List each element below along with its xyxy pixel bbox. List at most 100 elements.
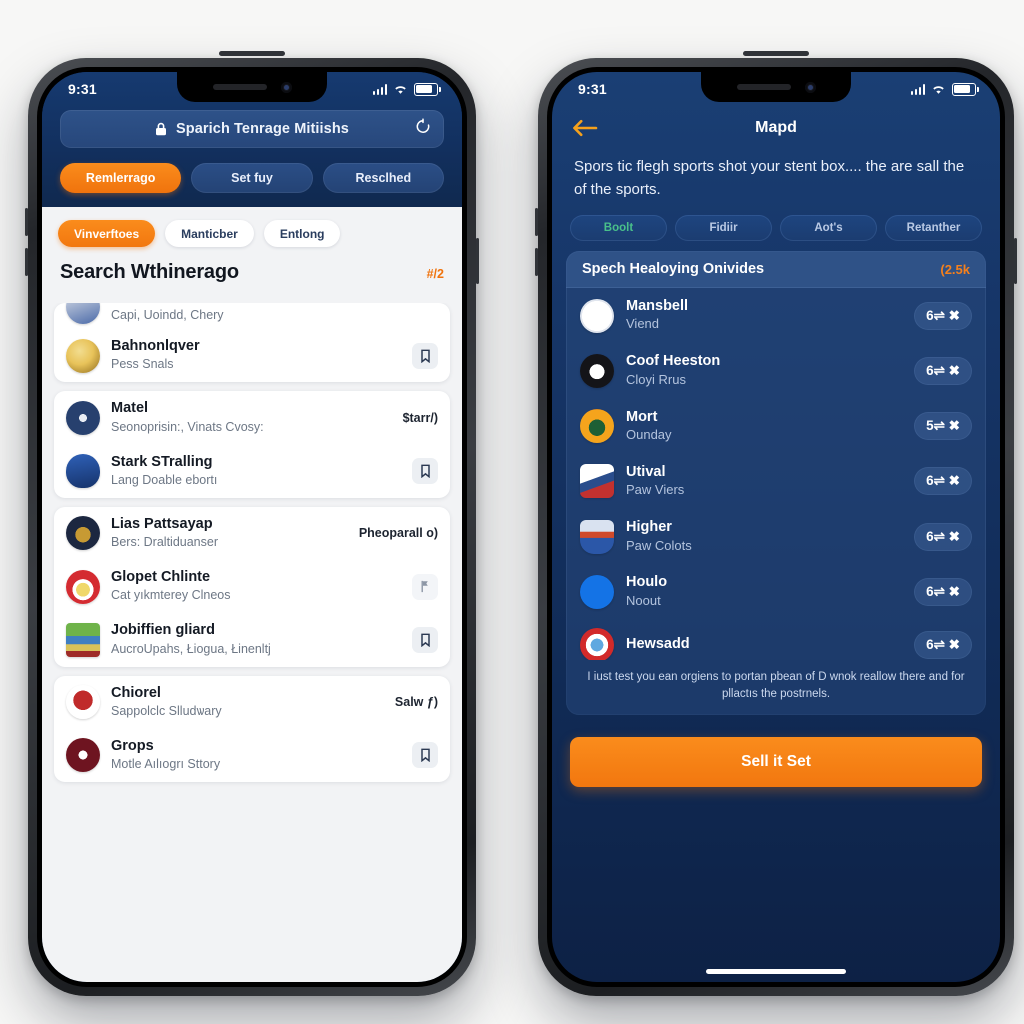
list-item-title: Hewsadd (626, 635, 690, 652)
bookmark-icon[interactable] (412, 626, 438, 653)
chip-label: Retanther (906, 222, 961, 234)
team-crest-icon (580, 298, 614, 333)
chip-label: Fidiir (709, 222, 738, 234)
list-item-subtitle: Lang Doable ebortı (111, 472, 218, 487)
team-crest-icon (66, 454, 100, 489)
screen-right: 9:31 Mapd Spors tic flegh sports shot yo… (552, 72, 1000, 982)
count-remove-pill[interactable]: 6⇌ ✖ (914, 356, 972, 385)
team-crest-icon (580, 575, 614, 610)
count-remove-pill[interactable]: 6⇌ ✖ (914, 467, 972, 496)
count-remove-pill[interactable]: 6⇌ ✖ (914, 578, 972, 607)
list-item-subtitle: Seonoprisin:, Vinats Cvosy: (111, 419, 264, 434)
segment-set-fuy[interactable]: Set fuy (191, 163, 313, 193)
list-item[interactable]: Matel Seonoprisin:, Vinats Cvosy: $tarr/… (54, 391, 450, 444)
list-item-subtitle: Viend (626, 316, 660, 332)
flag-icon[interactable] (412, 573, 438, 600)
search-input[interactable]: Sparich Tenrage Mitiishs (176, 121, 349, 137)
chip-vinverftoes[interactable]: Vinverftoes (58, 220, 156, 247)
count-remove-pill[interactable]: 6⇌ ✖ (914, 630, 972, 659)
count-remove-pill[interactable]: 6⇌ ✖ (914, 301, 972, 330)
bookmark-icon[interactable] (412, 342, 438, 369)
bookmark-icon[interactable] (412, 458, 438, 485)
team-crest-icon (66, 400, 100, 435)
section-header: Search Wthinerago #/2 (42, 255, 462, 294)
list-item[interactable]: Higher Paw Colots 6⇌ ✖ (566, 509, 986, 564)
phone-bezel: 9:31 Sparich Tenrage Mitiishs Remlerrago… (37, 67, 467, 987)
list-item-meta: $tarr/) (402, 410, 438, 425)
list-item-subtitle: Paw Viers (626, 482, 685, 498)
list-item-subtitle: Motle Aılıogrı Sttory (111, 757, 221, 772)
team-crest-icon (580, 519, 614, 554)
list-item-title: Houlo (626, 574, 668, 591)
list-item[interactable]: Utival Paw Viers 6⇌ ✖ (566, 454, 986, 509)
results-list[interactable]: Capi, Uoindd, Chery Bahnonlqver Pess Sna… (42, 303, 462, 982)
chip-aots[interactable]: Aot's (780, 215, 877, 241)
segment-label: Resclhed (355, 171, 412, 185)
nav-bar: Mapd (552, 106, 1000, 146)
panel-header: Spech Healoying Onivides (2.5k (566, 251, 986, 288)
list-item-title: Chiorel (111, 684, 161, 701)
list-item[interactable]: Capi, Uoindd, Chery (54, 303, 450, 329)
count-remove-pill[interactable]: 6⇌ ✖ (914, 522, 972, 551)
volume-up-button[interactable] (25, 208, 28, 236)
chip-label: Vinverftoes (74, 226, 140, 241)
filter-chip-row: Boolt Fidiir Aot's Retanther (552, 201, 1000, 251)
team-crest-icon (66, 685, 100, 720)
arrow-left-icon[interactable] (572, 115, 602, 141)
panel-count-badge: (2.5k (940, 261, 970, 277)
list-item[interactable]: Stark STralling Lang Doable ebortı (54, 445, 450, 498)
power-button[interactable] (476, 238, 479, 284)
team-crest-icon (580, 409, 614, 444)
result-card: Matel Seonoprisin:, Vinats Cvosy: $tarr/… (54, 391, 450, 498)
list-item-subtitle: Sappolclc Slludѡary (111, 703, 222, 718)
segment-remlerrago[interactable]: Remlerrago (60, 163, 182, 193)
speaker-icon (736, 84, 791, 90)
bookmark-icon[interactable] (412, 742, 438, 769)
left-body: Vinverftoes Manticber Entlong Search Wth… (42, 207, 462, 982)
list-item-subtitle: Bers: Draltiduanser (111, 535, 218, 550)
chip-manticber[interactable]: Manticber (165, 220, 254, 247)
count-remove-pill[interactable]: 5⇌ ✖ (914, 412, 972, 441)
list-item-title: Bahnonlqver (111, 338, 200, 354)
notch (701, 72, 851, 102)
volume-down-button[interactable] (25, 248, 28, 276)
list-item-subtitle: Cloyi Rrus (626, 371, 686, 387)
list-item[interactable]: Coof Heeston Cloyi Rrus 6⇌ ✖ (566, 343, 986, 398)
header-segmented-control: Remlerrago Set fuy Resclhed (42, 148, 462, 193)
power-button[interactable] (1014, 238, 1017, 284)
phone-right: 9:31 Mapd Spors tic flegh sports shot yo… (535, 51, 1017, 996)
segment-resclhed[interactable]: Resclhed (322, 163, 444, 193)
list-item[interactable]: Jobiffien gliard AucroUpahs, Łiogua, Łin… (54, 613, 450, 666)
reload-icon[interactable] (415, 118, 431, 140)
battery-icon (414, 82, 441, 96)
chip-boolt[interactable]: Boolt (570, 215, 667, 241)
list-item[interactable]: Chiorel Sappolclc Slludѡary Salw ƒ) (54, 676, 450, 729)
chip-fidiir[interactable]: Fidiir (675, 215, 772, 241)
battery-icon (952, 82, 979, 96)
volume-up-button[interactable] (535, 208, 538, 236)
speaker-icon (212, 84, 267, 90)
sell-it-set-button[interactable]: Sell it Set (570, 737, 982, 788)
list-item-subtitle: Ounday (626, 426, 672, 442)
volume-down-button[interactable] (535, 248, 538, 276)
segment-label: Remlerrago (85, 171, 156, 185)
list-item-title: Stark STralling (111, 453, 213, 470)
search-bar[interactable]: Sparich Tenrage Mitiishs (60, 110, 444, 148)
chip-retanther[interactable]: Retanther (885, 215, 982, 241)
team-crest-icon (66, 738, 100, 773)
panel-title: Spech Healoying Onivides (582, 261, 765, 277)
list-item-title: Coof Heeston (626, 353, 721, 370)
list-item[interactable]: Bahnonlqver Pess Snals (54, 329, 450, 382)
team-crest-icon (580, 353, 614, 388)
list-item[interactable]: Mansbell Viend 6⇌ ✖ (566, 288, 986, 343)
list-item[interactable]: Grops Motle Aılıogrı Sttory (54, 729, 450, 782)
list-item[interactable]: Houlo Noout 6⇌ ✖ (566, 564, 986, 619)
list-item[interactable]: Lias Pattsayap Bers: Draltiduanser Pheop… (54, 507, 450, 560)
list-item[interactable]: Glopet Chlinte Cat yıkmterey Clneos (54, 560, 450, 613)
list-item[interactable]: Mort Ounday 5⇌ ✖ (566, 399, 986, 454)
list-item-title: Mort (626, 408, 658, 425)
result-card: Capi, Uoindd, Chery Bahnonlqver Pess Sna… (54, 303, 450, 383)
chip-entlong[interactable]: Entlong (263, 220, 341, 247)
team-crest-icon (580, 464, 614, 499)
list-item[interactable]: Hewsadd 6⇌ ✖ (566, 620, 986, 660)
